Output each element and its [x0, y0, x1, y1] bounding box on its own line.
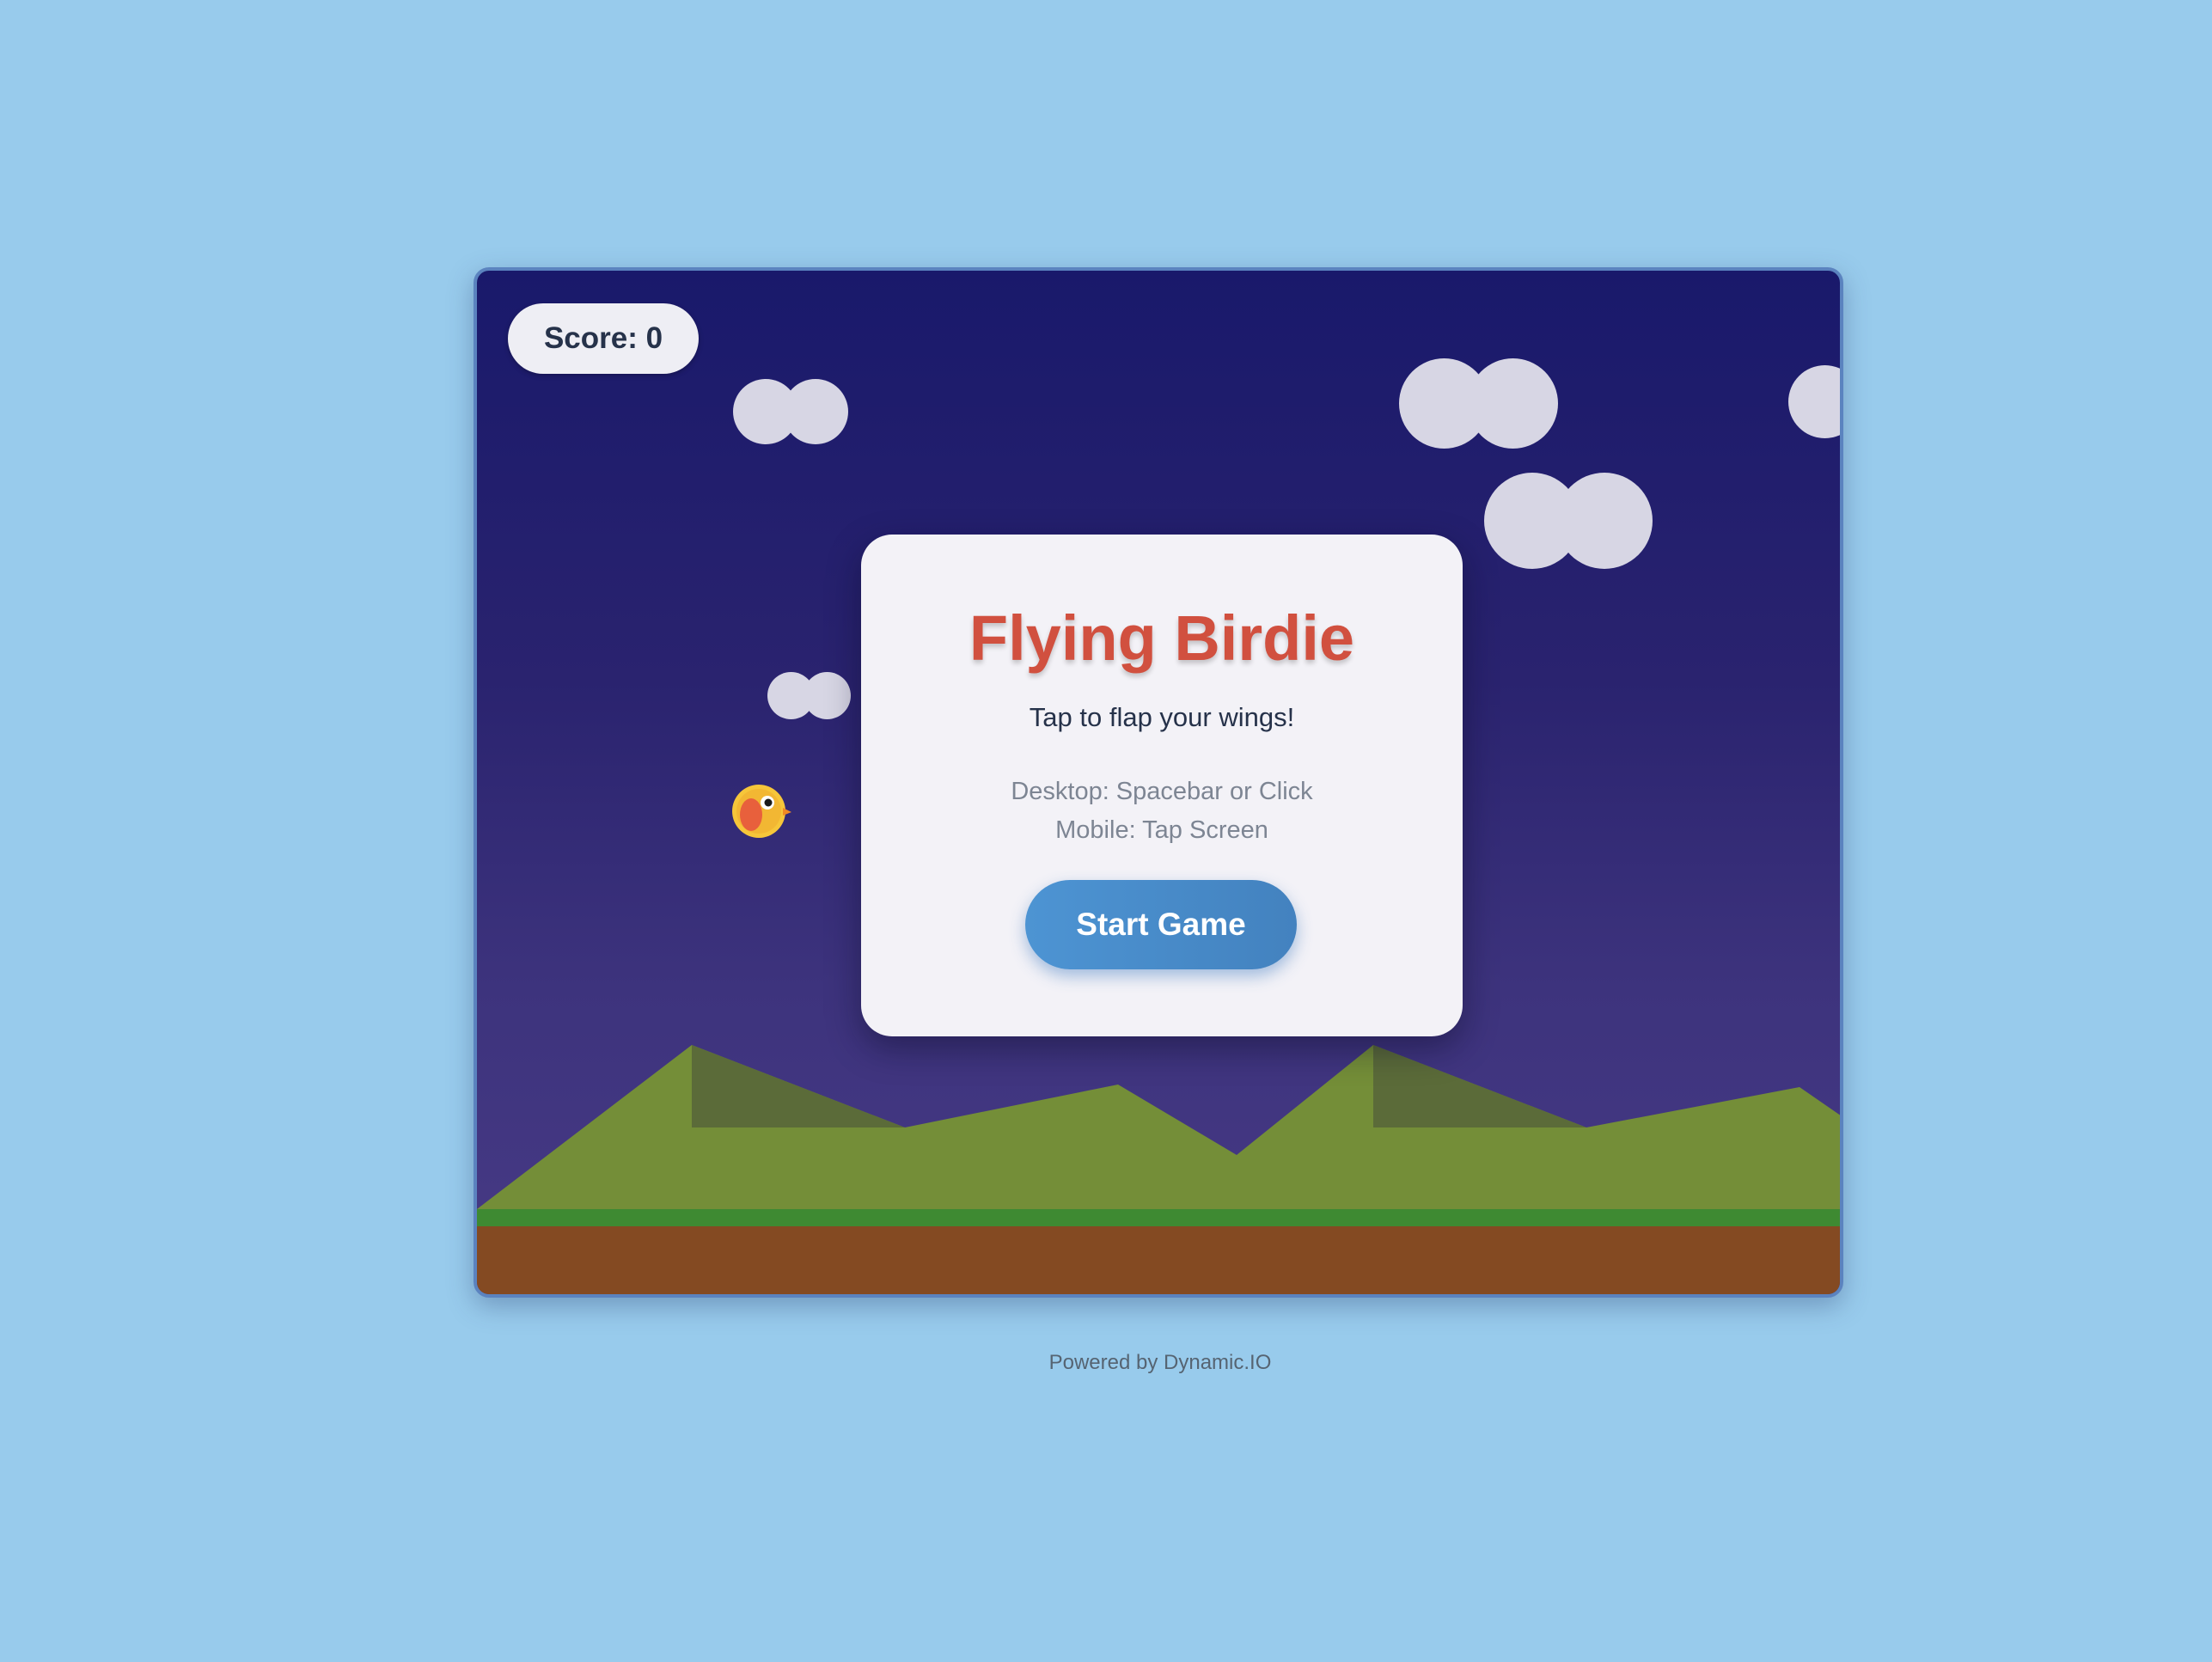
footer-credit: Powered by Dynamic.IO [1048, 1351, 1272, 1374]
controls-mobile: Mobile: Tap Screen [1055, 816, 1268, 844]
game-title: Flying Birdie [969, 602, 1355, 674]
instructions-text: Tap to flap your wings! [1029, 702, 1295, 732]
score-display: Score: 0 [508, 303, 699, 374]
dirt-ground [477, 1226, 1840, 1294]
bird-icon [732, 785, 791, 838]
start-dialog: Flying Birdie Tap to flap your wings! De… [861, 535, 1463, 1036]
grass-strip [477, 1209, 1840, 1226]
game-canvas[interactable]: Score: 0 Flying Birdie Tap to flap your … [474, 267, 1843, 1298]
controls-help: Desktop: Spacebar or Click Mobile: Tap S… [861, 773, 1463, 850]
start-game-button[interactable]: Start Game [1025, 880, 1297, 969]
hill-shadow [692, 1045, 905, 1127]
controls-desktop: Desktop: Spacebar or Click [1011, 778, 1313, 805]
hills [477, 1045, 1840, 1219]
hill-shadow [1373, 1045, 1586, 1127]
